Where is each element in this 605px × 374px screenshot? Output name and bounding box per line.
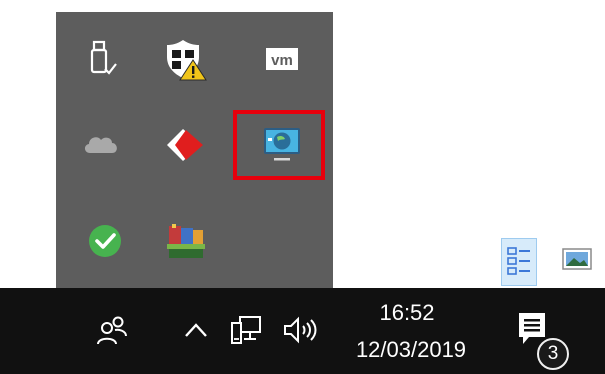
red-diamond-app-icon[interactable] <box>162 122 208 168</box>
clock-time[interactable]: 16:52 <box>367 300 447 326</box>
chevron-up-icon[interactable] <box>179 312 213 348</box>
winrar-icon[interactable] <box>162 218 208 264</box>
windows-security-warning-icon[interactable] <box>162 36 208 82</box>
people-icon[interactable] <box>90 308 134 352</box>
tray-overflow-flyout: vm <box>56 12 333 288</box>
details-view-icon[interactable] <box>501 238 537 286</box>
clock-date[interactable]: 12/03/2019 <box>341 336 481 364</box>
image-thumbnail-icon[interactable] <box>562 247 592 271</box>
network-icon[interactable] <box>226 310 266 350</box>
network-monitor-app-icon[interactable] <box>259 122 305 168</box>
volume-icon[interactable] <box>280 311 322 349</box>
green-check-icon[interactable] <box>82 218 128 264</box>
vmware-icon[interactable]: vm <box>259 36 305 82</box>
onedrive-icon[interactable] <box>78 122 124 168</box>
notification-count-badge[interactable]: 3 <box>537 338 569 370</box>
usb-safely-remove-icon[interactable] <box>78 36 124 82</box>
svg-text:vm: vm <box>271 52 293 69</box>
